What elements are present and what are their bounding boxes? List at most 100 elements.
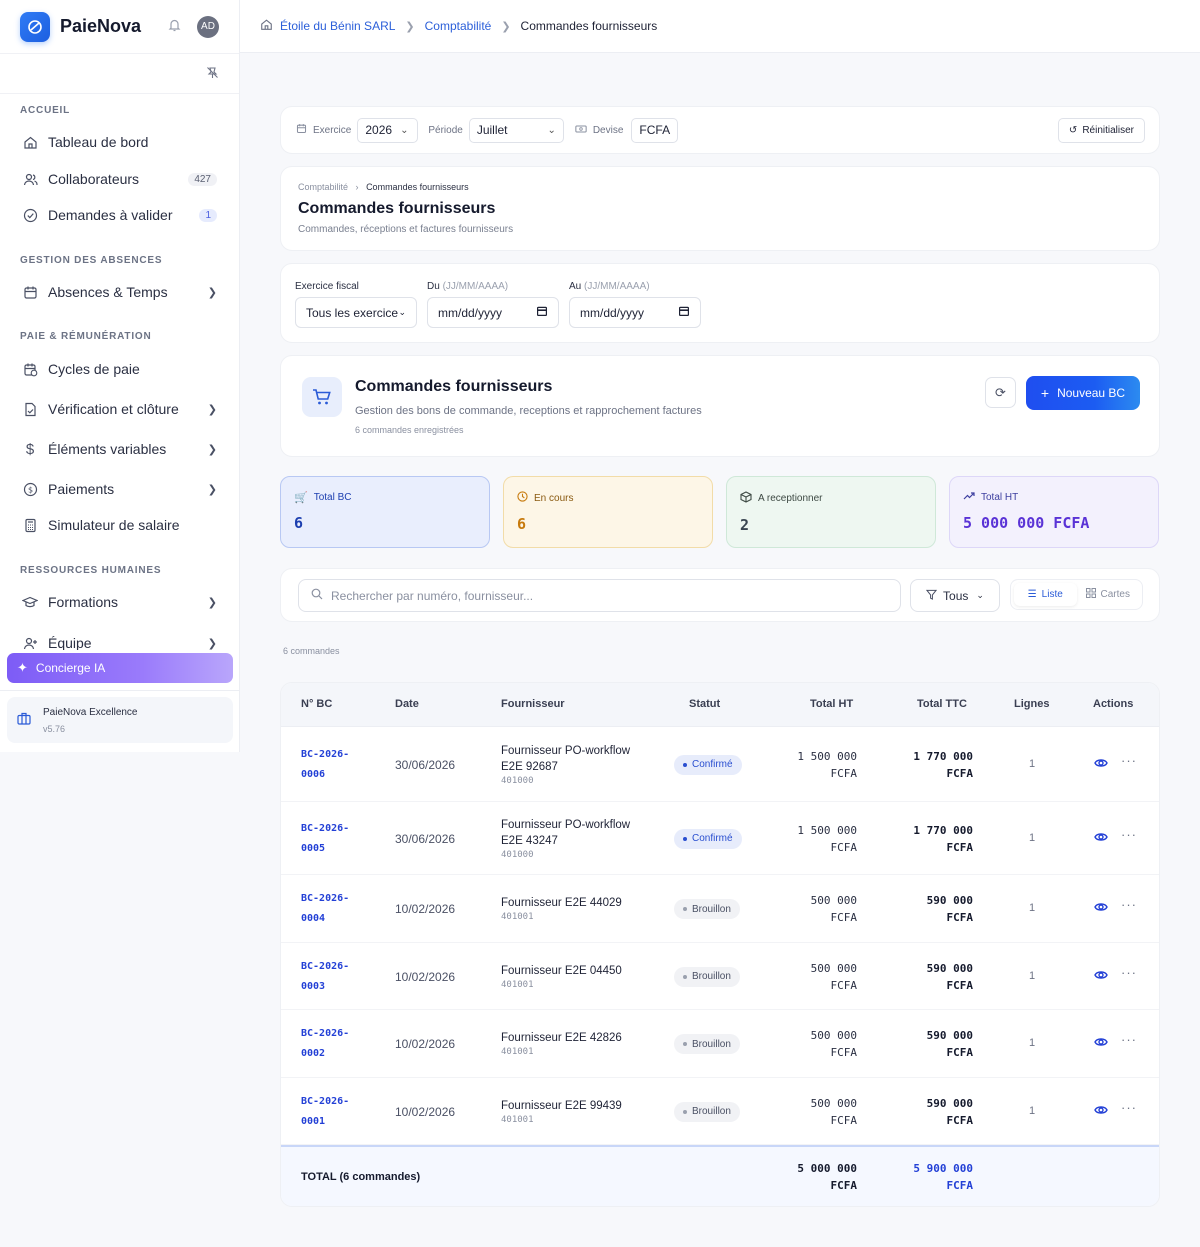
col-header-fournisseur[interactable]: Fournisseur	[501, 698, 565, 710]
eye-icon[interactable]	[1094, 1103, 1108, 1120]
sidebar-item-tableau-de-bord[interactable]: Tableau de bord	[22, 129, 217, 155]
au-date-value: mm/dd/yyyy	[580, 305, 645, 320]
more-horizontal-icon[interactable]: ···	[1121, 897, 1137, 912]
eye-icon[interactable]	[1094, 1035, 1108, 1052]
sidebar-item-paiements[interactable]: $ Paiements ❯	[22, 476, 217, 502]
home-icon	[22, 134, 38, 150]
du-date-input[interactable]: mm/dd/yyyy	[427, 297, 559, 328]
bc-number-link[interactable]: BC-2026- 0004	[301, 889, 349, 929]
new-bc-button[interactable]: + Nouveau BC	[1026, 376, 1140, 410]
sidebar-item-label: Paiements	[48, 481, 115, 497]
stat-label: Total BC	[313, 492, 352, 503]
concierge-ia-button[interactable]: ✦ Concierge IA	[7, 653, 233, 683]
au-date-input[interactable]: mm/dd/yyyy	[569, 297, 701, 328]
bc-number-part: 0005	[301, 842, 326, 854]
grid-icon	[1085, 588, 1096, 601]
home-icon[interactable]	[260, 18, 273, 34]
bc-number-link[interactable]: BC-2026- 0003	[301, 957, 349, 997]
bc-number-link[interactable]: BC-2026- 0002	[301, 1024, 349, 1064]
table-row[interactable]: BC-2026- 0004 10/02/2026 Fournisseur E2E 44…	[281, 875, 1159, 943]
bc-number-part: 0004	[301, 913, 326, 924]
app-logo-icon[interactable]	[20, 11, 50, 42]
col-header-total-ht[interactable]: Total HT	[810, 698, 853, 710]
au-hint: (JJ/MM/AAAA)	[584, 281, 650, 292]
calendar-icon[interactable]	[536, 305, 548, 320]
breadcrumb-section-link[interactable]: Comptabilité	[425, 19, 492, 33]
refresh-button[interactable]: ⟳	[985, 377, 1016, 408]
page-crumb-parent[interactable]: Comptabilité	[298, 182, 348, 192]
view-list-button[interactable]: ☰ Liste	[1014, 583, 1077, 606]
total-ht: 5 000 000 FCFA	[797, 1160, 857, 1194]
table-row[interactable]: BC-2026- 0001 10/02/2026 Fournisseur E2E 99…	[281, 1078, 1159, 1145]
bell-icon[interactable]	[168, 18, 181, 35]
eye-icon[interactable]	[1094, 830, 1108, 847]
eye-icon[interactable]	[1094, 756, 1108, 773]
total-ht-cell: 1 500 000 FCFA	[797, 822, 857, 856]
clock-icon	[517, 491, 528, 505]
nav-section-rh: RESSOURCES HUMAINES	[20, 565, 162, 576]
order-date: 10/02/2026	[395, 1037, 456, 1051]
company-name: PaieNova Excellence	[43, 706, 138, 718]
more-horizontal-icon[interactable]: ···	[1121, 1032, 1137, 1047]
periode-select[interactable]: Juillet ⌄	[468, 117, 564, 143]
sidebar-item-verification-cloture[interactable]: Vérification et clôture ❯	[22, 396, 217, 422]
supplier-name: Fournisseur E2E 04450	[501, 964, 622, 977]
sidebar-item-simulateur[interactable]: Simulateur de salaire	[22, 512, 217, 538]
exercice-select[interactable]: 2026 ⌄	[357, 117, 419, 143]
devise-select[interactable]: FCFA	[631, 117, 679, 143]
search-input[interactable]: Rechercher par numéro, fournisseur...	[298, 579, 901, 612]
exercice-fiscal-select[interactable]: Tous les exercices ⌄	[295, 297, 417, 328]
more-horizontal-icon[interactable]: ···	[1121, 965, 1137, 980]
chevron-down-icon: ⌄	[400, 124, 409, 136]
du-date-value: mm/dd/yyyy	[438, 305, 503, 320]
unpin-icon[interactable]	[206, 66, 219, 82]
sidebar-item-elements-variables[interactable]: $ Éléments variables ❯	[22, 436, 217, 462]
sidebar-item-cycles-de-paie[interactable]: Cycles de paie	[22, 356, 217, 382]
sidebar-item-demandes-a-valider[interactable]: Demandes à valider 1	[22, 202, 217, 228]
coin-icon: $	[22, 481, 38, 497]
sidebar-item-formations[interactable]: Formations ❯	[22, 589, 217, 615]
col-header-num[interactable]: N° BC	[301, 698, 332, 710]
avatar[interactable]: AD	[197, 15, 219, 38]
graduation-cap-icon	[22, 594, 38, 610]
total-ttc-cell: 1 770 000 FCFA	[913, 822, 973, 856]
reset-button[interactable]: ↺ Réinitialiser	[1057, 117, 1145, 143]
col-header-statut[interactable]: Statut	[689, 698, 720, 710]
plus-icon: +	[1040, 385, 1050, 401]
sidebar-header: PaieNova AD	[0, 0, 239, 54]
line-count: 1	[1029, 1037, 1036, 1049]
sidebar-item-absences-temps[interactable]: Absences & Temps ❯	[22, 279, 217, 305]
calendar-icon	[296, 123, 307, 137]
view-cards-button[interactable]: Cartes	[1077, 583, 1140, 606]
nav-section-paie: PAIE & RÉMUNÉRATION	[20, 331, 152, 342]
table-row[interactable]: BC-2026- 0005 30/06/2026 Fournisseur PO-wor…	[281, 802, 1159, 875]
status-filter-select[interactable]: Tous ⌄	[910, 579, 1000, 612]
status-label: Confirmé	[692, 833, 733, 844]
company-switcher[interactable]: PaieNova Excellence v5.76	[7, 697, 233, 743]
eye-icon[interactable]	[1094, 900, 1108, 917]
module-subtitle: Gestion des bons de commande, receptions…	[355, 405, 702, 417]
total-label: TOTAL (6 commandes)	[301, 1171, 421, 1183]
more-horizontal-icon[interactable]: ···	[1121, 1100, 1137, 1115]
date-filters: Exercice fiscal Tous les exercices ⌄ Du …	[280, 263, 1160, 343]
col-header-date[interactable]: Date	[395, 698, 419, 710]
sidebar-item-equipe[interactable]: Équipe ❯	[22, 630, 217, 650]
calendar-icon[interactable]	[678, 305, 690, 320]
bc-number-link[interactable]: BC-2026- 0006	[301, 745, 349, 785]
more-horizontal-icon[interactable]: ···	[1121, 753, 1137, 768]
table-row[interactable]: BC-2026- 0002 10/02/2026 Fournisseur E2E 42…	[281, 1010, 1159, 1078]
exercice-fiscal-label: Exercice fiscal	[295, 281, 359, 292]
more-horizontal-icon[interactable]: ···	[1121, 827, 1137, 842]
bc-number-part: 0003	[301, 980, 326, 992]
amount: 500 000	[810, 1029, 857, 1042]
table-row[interactable]: BC-2026- 0003 10/02/2026 Fournisseur E2E 04…	[281, 943, 1159, 1010]
page-crumb-current: Commandes fournisseurs	[366, 182, 469, 192]
bc-number-link[interactable]: BC-2026- 0001	[301, 1092, 349, 1132]
eye-icon[interactable]	[1094, 968, 1108, 985]
breadcrumb-company-link[interactable]: Étoile du Bénin SARL	[280, 19, 395, 33]
sidebar-item-collaborateurs[interactable]: Collaborateurs 427	[22, 166, 217, 192]
table-row[interactable]: BC-2026- 0006 30/06/2026 Fournisseur PO-wor…	[281, 727, 1159, 802]
col-header-total-ttc[interactable]: Total TTC	[917, 698, 967, 710]
bc-number-link[interactable]: BC-2026- 0005	[301, 819, 349, 859]
col-header-lignes[interactable]: Lignes	[1014, 698, 1049, 710]
